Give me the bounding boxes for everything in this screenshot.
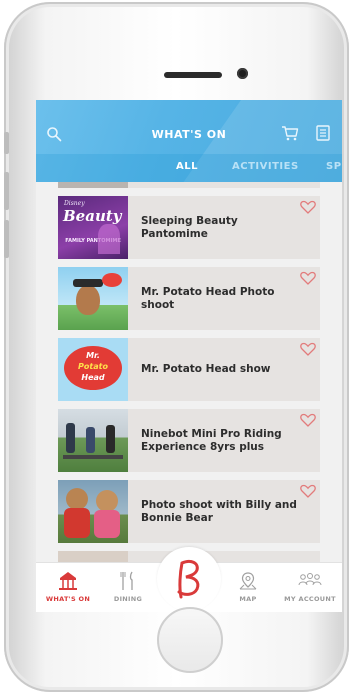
volume-up-button	[4, 172, 9, 210]
potato-logo-text: Mr. Potato Head	[58, 350, 128, 383]
earpiece-speaker	[164, 72, 222, 78]
nav-home-logo[interactable]	[159, 557, 219, 601]
app-screen: WHAT'S ON ALL ACTIVITIES SP Disney Beaut…	[36, 100, 342, 612]
volume-down-button	[4, 220, 9, 258]
favorite-heart-icon[interactable]	[300, 271, 316, 285]
bear-body	[94, 510, 120, 538]
event-thumbnail: Disney Beauty FAMILY PANTOMIME	[58, 196, 128, 259]
logo-line-1: Mr.	[86, 351, 100, 360]
event-thumbnail: Mr. Potato Head	[58, 338, 128, 401]
map-pin-icon	[239, 572, 257, 590]
logo-line-3: Head	[81, 373, 105, 382]
nav-whats-on[interactable]: WHAT'S ON	[38, 571, 98, 603]
nav-my-account[interactable]: MY ACCOUNT	[280, 571, 340, 603]
event-title: Photo shoot with Billy and Bonnie Bear	[141, 498, 297, 524]
hoverboards	[63, 455, 123, 459]
potato-head-badge	[102, 273, 122, 287]
nav-map[interactable]: MAP	[218, 571, 278, 603]
nav-dining[interactable]: DINING	[98, 571, 158, 603]
event-title: Mr. Potato Head Photo shoot	[141, 285, 275, 311]
list-item[interactable]: Disney Beauty FAMILY PANTOMIME Sleeping …	[58, 196, 320, 259]
event-thumbnail	[58, 182, 128, 188]
thumbnail-title-text: Beauty	[63, 207, 122, 225]
list-item[interactable]: Mr. Potato Head Photo shoot	[58, 267, 320, 330]
event-thumbnail	[58, 551, 128, 562]
home-button[interactable]	[157, 607, 223, 673]
nav-label: MY ACCOUNT	[284, 595, 336, 603]
bottom-navigation: WHAT'S ON DINING MAP MY ACCOUNT	[36, 547, 342, 612]
bear-head	[66, 488, 88, 510]
event-thumbnail	[58, 267, 128, 330]
app-header: WHAT'S ON ALL ACTIVITIES SP	[36, 100, 342, 182]
event-list[interactable]: Disney Beauty FAMILY PANTOMIME Sleeping …	[36, 182, 342, 562]
event-title: Sleeping Beauty Pantomime	[141, 214, 238, 240]
favorite-heart-icon[interactable]	[300, 484, 316, 498]
nav-label: WHAT'S ON	[45, 595, 91, 603]
nav-label: DINING	[113, 595, 143, 603]
event-thumbnail	[58, 480, 128, 543]
cart-icon[interactable]	[281, 124, 299, 142]
favorite-heart-icon[interactable]	[300, 342, 316, 356]
thumbnail-brand-text: Disney	[64, 200, 85, 207]
potato-head-figure	[76, 285, 100, 315]
potato-head-hat	[73, 279, 103, 287]
favorite-heart-icon[interactable]	[300, 200, 316, 214]
thumbnail-figure	[98, 224, 120, 254]
booking-document-icon[interactable]	[315, 124, 331, 142]
event-title: Mr. Potato Head show	[141, 363, 271, 375]
list-item-partial[interactable]	[58, 182, 320, 188]
rider-figure	[86, 427, 95, 453]
list-item[interactable]: Ninebot Mini Pro Riding Experience 8yrs …	[58, 409, 320, 472]
bear-head	[96, 490, 118, 512]
cutlery-icon	[120, 571, 133, 590]
people-icon	[298, 573, 322, 586]
event-title: Ninebot Mini Pro Riding Experience 8yrs …	[141, 427, 282, 453]
phone-frame: WHAT'S ON ALL ACTIVITIES SP Disney Beaut…	[4, 2, 349, 692]
tab-activities[interactable]: ACTIVITIES	[232, 161, 299, 172]
carousel-icon	[59, 572, 77, 590]
event-thumbnail	[58, 409, 128, 472]
list-item[interactable]: Photo shoot with Billy and Bonnie Bear	[58, 480, 320, 543]
favorite-heart-icon[interactable]	[300, 413, 316, 427]
butlins-logo-icon	[177, 559, 200, 599]
bear-body	[64, 508, 90, 538]
rider-figure	[66, 423, 75, 453]
tab-sports[interactable]: SP	[326, 161, 342, 172]
mute-switch	[4, 132, 9, 154]
front-camera	[237, 68, 248, 79]
tab-all[interactable]: ALL	[176, 161, 198, 172]
logo-line-2: Potato	[78, 362, 108, 371]
nav-label: MAP	[239, 595, 257, 603]
list-item[interactable]: Mr. Potato Head Mr. Potato Head show	[58, 338, 320, 401]
rider-figure	[106, 425, 115, 453]
